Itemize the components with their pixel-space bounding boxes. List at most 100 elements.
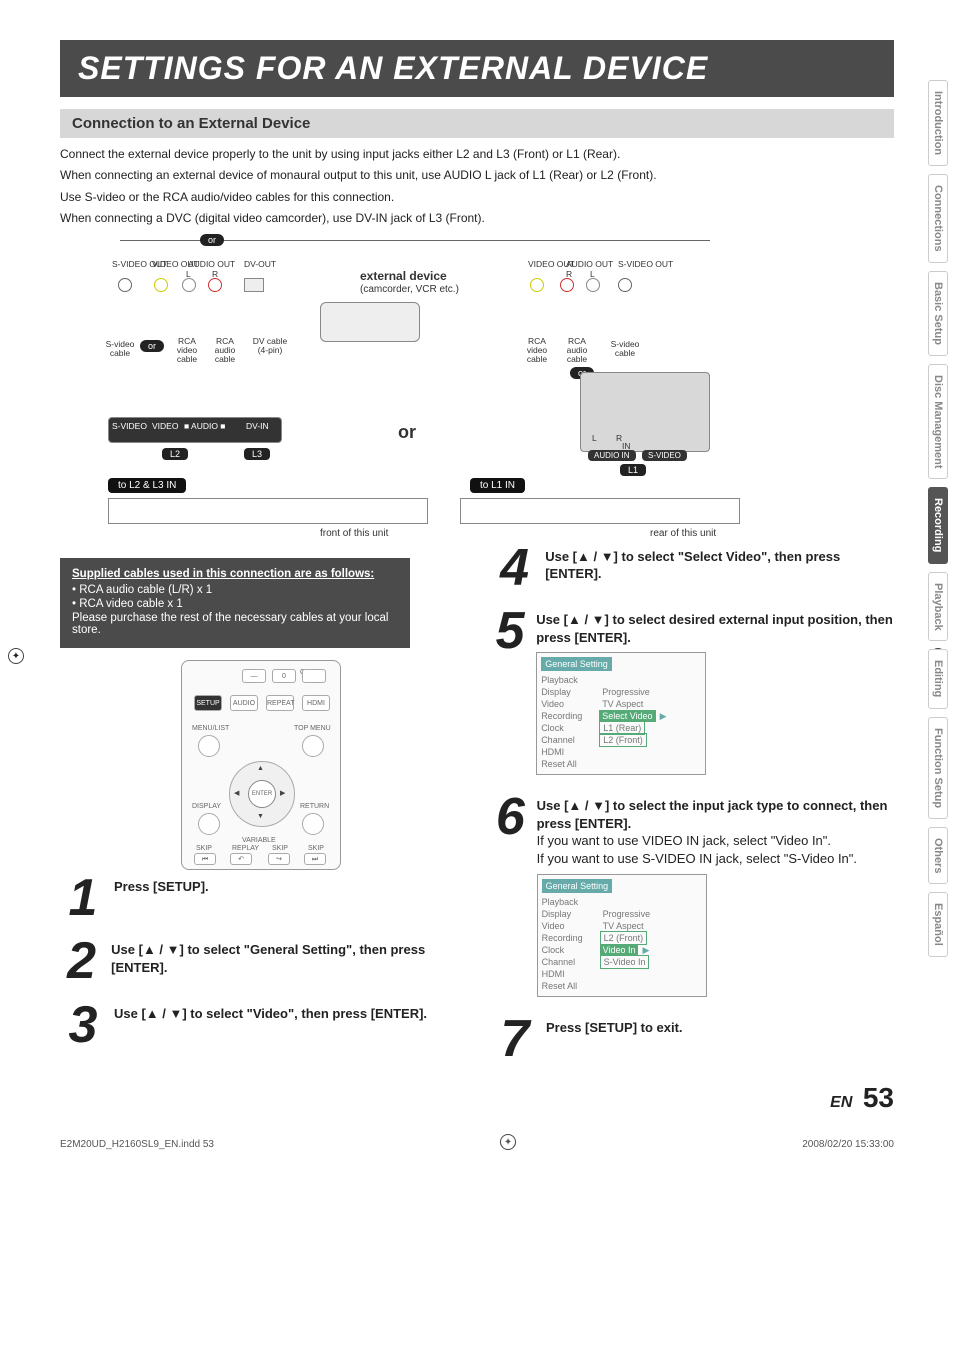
gs2-i5: Channel — [542, 956, 600, 968]
gs1-i5: Channel — [541, 734, 599, 746]
jack-audio-r-l — [208, 278, 222, 292]
lbl-rca-audio-l: RCA audio cable — [208, 337, 242, 365]
section-header: Connection to an External Device — [60, 109, 894, 138]
tab-disc-management[interactable]: Disc Management — [928, 364, 948, 480]
lbl-dv-out: DV-OUT — [244, 260, 276, 269]
remote-lbl-return: RETURN — [300, 803, 329, 810]
footer-file: E2M20UD_H2160SL9_EN.indd 53 — [60, 1139, 214, 1150]
lbl-front-video: VIDEO — [152, 422, 178, 431]
remote-btn-topmenu — [302, 735, 324, 757]
tab-editing[interactable]: Editing — [928, 649, 948, 708]
camcorder-icon — [320, 302, 420, 342]
step-6-text: Use [▲ / ▼] to select the input jack typ… — [537, 798, 888, 831]
lbl-audio-out-l: AUDIO OUT — [188, 260, 235, 269]
remote-btn-replay: ↶ — [230, 853, 252, 865]
supplied-b3: Please purchase the rest of the necessar… — [72, 612, 398, 636]
jack-audio-l-l — [182, 278, 196, 292]
remote-lbl-topmenu: TOP MENU — [294, 725, 331, 732]
side-tabs: Introduction Connections Basic Setup Dis… — [928, 80, 948, 957]
tab-function-setup[interactable]: Function Setup — [928, 717, 948, 819]
lbl-svideo-cable-r: S-video cable — [605, 340, 645, 359]
connection-diagram: or S-VIDEO OUT VIDEO OUT AUDIO OUT L R D… — [60, 232, 894, 542]
big-or: or — [398, 422, 416, 443]
tab-connections[interactable]: Connections — [928, 174, 948, 263]
remote-btn-0: 0 — [272, 669, 296, 683]
step-7-text: Press [SETUP] to exit. — [546, 1020, 683, 1035]
intro-p3: Use S-video or the RCA audio/video cable… — [60, 189, 894, 206]
remote-btn-repeat: REPEAT — [266, 695, 294, 711]
tab-basic-setup[interactable]: Basic Setup — [928, 271, 948, 356]
lbl-rca-video-l: RCA video cable — [170, 337, 204, 365]
gs1-i0: Playback — [541, 674, 599, 686]
lbl-audio-out-r: AUDIO OUT — [566, 260, 613, 269]
remote-lbl-replay: REPLAY — [232, 845, 259, 852]
step-num-2: 2 — [60, 941, 103, 983]
remote-lbl-display: DISPLAY — [192, 803, 221, 810]
gs2-i2: Video — [542, 920, 600, 932]
gs1-r5: L2 (Front) — [599, 733, 647, 747]
or-pill-top: or — [200, 234, 224, 246]
remote-btn-clear — [302, 669, 326, 683]
jack-dv-l — [244, 278, 264, 292]
gs2-title: General Setting — [542, 879, 613, 893]
lbl-rear-l: L — [592, 434, 597, 443]
step-3-text: Use [▲ / ▼] to select "Video", then pres… — [114, 1006, 427, 1021]
crop-mark-bottom: ✦ — [500, 1134, 516, 1150]
or-pill-mid: or — [140, 340, 164, 352]
caption-rear: rear of this unit — [650, 528, 716, 539]
gs1-arrow: ▶ — [660, 710, 667, 722]
rear-jack-panel — [580, 372, 710, 452]
step-num-5: 5 — [492, 611, 528, 775]
tab-introduction[interactable]: Introduction — [928, 80, 948, 166]
lbl-rca-audio-r: RCA audio cable — [560, 337, 594, 365]
ext-device-title: external device — [360, 270, 447, 283]
lbl-rca-video-r: RCA video cable — [520, 337, 554, 365]
supplied-b1: • RCA audio cable (L/R) x 1 — [72, 584, 398, 596]
step-1-text: Press [SETUP]. — [114, 879, 209, 894]
gs1-r1: Progressive — [599, 686, 653, 698]
page-container: Introduction Connections Basic Setup Dis… — [0, 0, 954, 1170]
caption-front: front of this unit — [320, 528, 388, 539]
remote-lbl-menulist: MENU/LIST — [192, 725, 229, 732]
remote-btn-setup[interactable]: SETUP — [194, 695, 222, 711]
gs1-i7: Reset All — [541, 758, 599, 770]
gs1-i2: Video — [541, 698, 599, 710]
step-6-c: If you want to use S-VIDEO IN jack, sele… — [537, 850, 894, 868]
gs1-i6: HDMI — [541, 746, 599, 758]
lbl-front-svideo: S-VIDEO — [112, 422, 147, 431]
remote-btn-menulist — [198, 735, 220, 757]
remote-lbl-variable: VARIABLE — [242, 837, 276, 844]
badge-l3: L3 — [244, 448, 270, 460]
step-num-4: 4 — [492, 548, 537, 590]
gs2-r5: S-Video In — [600, 955, 650, 969]
step-6-b: If you want to use VIDEO IN jack, select… — [537, 832, 894, 850]
intro-p1: Connect the external device properly to … — [60, 146, 894, 163]
gs2-r1: Progressive — [600, 908, 654, 920]
step-num-3: 3 — [60, 1005, 106, 1047]
front-of-unit — [108, 498, 428, 524]
step-num-1: 1 — [60, 878, 106, 920]
lbl-dv-cable: DV cable (4-pin) — [250, 337, 290, 356]
remote-btn-enter[interactable]: ENTER — [248, 780, 276, 808]
jack-video-l — [154, 278, 168, 292]
tab-others[interactable]: Others — [928, 827, 948, 884]
step-num-7: 7 — [492, 1019, 538, 1061]
gs1-r2: TV Aspect — [599, 698, 646, 710]
gs2-i6: HDMI — [542, 968, 600, 980]
intro-p4: When connecting a DVC (digital video cam… — [60, 210, 894, 227]
footer-date: 2008/02/20 15:33:00 — [802, 1139, 894, 1150]
badge-l1: L1 — [620, 464, 646, 476]
tab-recording[interactable]: Recording — [928, 487, 948, 563]
remote-control: — CLEAR 0 SETUP AUDIO REPEAT HDMI MENU/L… — [181, 660, 341, 870]
gs2-i4: Clock — [542, 944, 600, 956]
lbl-front-dvin: DV-IN — [246, 422, 269, 431]
tab-playback[interactable]: Playback — [928, 572, 948, 642]
ext-device-sub: (camcorder, VCR etc.) — [360, 284, 459, 295]
tab-espanol[interactable]: Español — [928, 892, 948, 957]
badge-to-l1: to L1 IN — [470, 478, 525, 493]
badge-l2: L2 — [162, 448, 188, 460]
rear-of-unit — [460, 498, 740, 524]
step-5-text: Use [▲ / ▼] to select desired external i… — [536, 612, 893, 645]
step-num-6: 6 — [492, 797, 529, 996]
step-2-text: Use [▲ / ▼] to select "General Setting",… — [111, 942, 425, 975]
